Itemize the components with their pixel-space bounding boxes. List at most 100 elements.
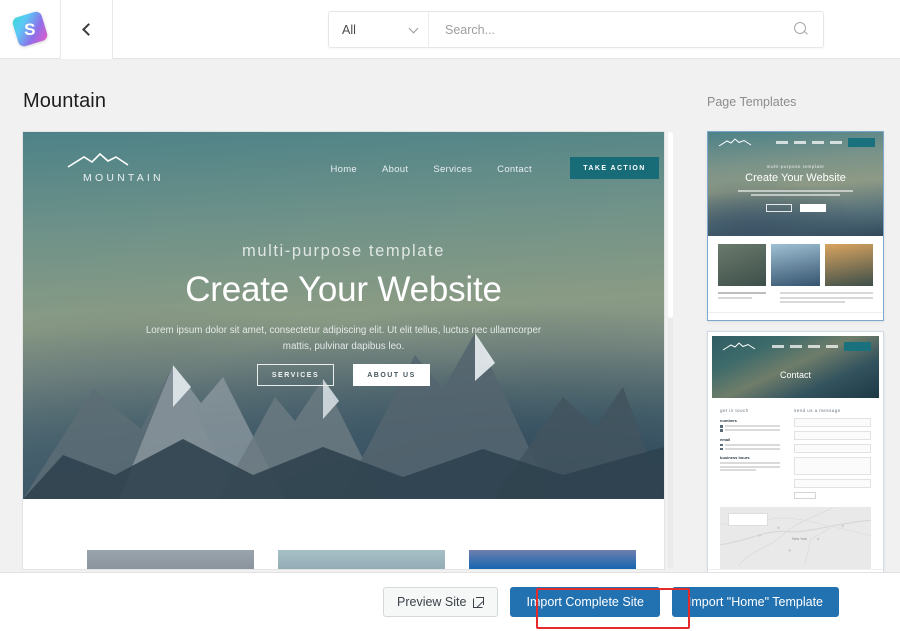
preview-hero-subtext: Lorem ipsum dolor sit amet, consectetur … [145,325,542,352]
mini-section-numbers: numbers [720,418,737,423]
mini-contact-left: get in touch numbers email business hour… [720,408,780,499]
starter-templates-app: S All Mountain Page Templates [0,0,900,631]
mini-hero-heading: Create Your Website [745,172,846,184]
mini-image-grid [708,236,883,292]
mini-contact-hero: Contact [712,336,879,398]
preview-services-button[interactable]: SERVICES [257,364,334,386]
mini-nav-link [790,345,802,348]
action-bar: Preview Site Import Complete Site Import… [0,572,900,631]
preview-brand-name: MOUNTAIN [83,172,164,184]
template-card-label: Home [708,311,883,320]
mini-nav-link [776,141,788,144]
mini-text-body [780,292,873,306]
mini-contact-item [720,429,780,432]
mini-form-input [794,444,871,453]
search-field [429,12,823,47]
mini-contact-item [720,447,780,450]
preview-nav-contact[interactable]: Contact [497,164,532,175]
mini-form-submit [794,492,816,499]
content-area: Mountain Page Templates MOUNTAIN Home Ab… [0,59,900,616]
preview-feature-card [469,550,636,569]
back-button[interactable] [60,0,113,59]
preview-navbar: MOUNTAIN Home About Services Contact TAK… [23,144,664,190]
mini-contact-columns: get in touch numbers email business hour… [720,408,871,499]
mini-nav-link [830,141,842,144]
mountain-logo-icon [67,152,129,168]
mini-hero: multi-purpose template Create Your Websi… [708,132,883,236]
mini-contact-item [720,443,780,446]
preview-hero-copy: multi-purpose template Create Your Websi… [23,242,664,355]
mini-section-email: email [720,436,731,442]
preview-nav-links: Home About Services Contact [330,164,532,175]
mini-form-input [794,431,871,440]
mini-form-textarea [794,457,871,475]
mini-grid-image [824,244,873,286]
mini-contact-right: send us a message [794,408,871,499]
preview-site-button[interactable]: Preview Site [383,587,499,617]
search-icon[interactable] [794,22,809,37]
mini-hero-subtext [738,188,853,198]
template-thumbnail-home: multi-purpose template Create Your Websi… [708,132,883,312]
mini-contact-heading: Contact [779,370,812,380]
preview-nav-home[interactable]: Home [330,164,357,175]
preview-brand: MOUNTAIN [66,152,186,184]
mini-form-input [794,418,871,427]
mini-nav-links [772,342,871,351]
mini-navbar [722,342,871,351]
mini-hero-eyebrow: multi-purpose template [766,164,825,169]
mini-send-message-heading: send us a message [794,408,841,413]
preview-feature-cards [87,550,636,569]
preview-take-action-button[interactable]: TAKE ACTION [570,157,659,179]
preview-hero-eyebrow: multi-purpose template [241,242,446,260]
mini-outline-button [765,204,792,212]
page-templates-heading: Page Templates [707,95,797,109]
site-preview[interactable]: MOUNTAIN Home About Services Contact TAK… [23,132,664,569]
import-home-template-button[interactable]: Import "Home" Template [671,587,839,617]
mini-solid-button [799,204,826,212]
mini-grid-image [771,244,820,286]
chevron-down-icon [408,23,419,33]
mini-cta-button [848,138,875,147]
preview-nav-about[interactable]: About [382,164,408,175]
template-thumbnail-contact: Contact get in touch numbers email busin… [708,332,883,569]
mini-contact-item [720,469,780,471]
mini-form-input [794,479,871,488]
preview-about-us-button[interactable]: ABOUT US [353,364,430,386]
mini-contact-item [720,462,780,464]
logo-letter: S [24,19,36,39]
mini-mountain-logo-icon [718,138,752,147]
mini-text-caption [718,292,770,306]
import-complete-site-button[interactable]: Import Complete Site [510,587,660,617]
preview-feature-card [278,550,445,569]
mini-nav-link [826,345,838,348]
page-title: Mountain [23,90,107,112]
map-info-card [728,513,768,526]
preview-nav-services[interactable]: Services [433,164,472,175]
mini-section-hours: business hours [720,455,750,460]
mini-nav-link [808,345,820,348]
mini-nav-link [812,141,824,144]
mini-contact-item [720,425,780,428]
mini-map: New York [720,507,871,569]
preview-hero-heading: Create Your Website [185,270,502,309]
category-filter-select[interactable]: All [329,12,429,47]
mini-contact-item [720,465,780,468]
mini-cta-button [844,342,871,351]
mini-mountain-logo-icon [722,342,756,351]
search-bar: All [328,11,824,48]
mini-nav-link [772,345,784,348]
template-card-home[interactable]: multi-purpose template Create Your Websi… [707,131,884,321]
mini-grid-image [718,244,767,286]
app-logo: S [0,0,60,59]
search-input[interactable] [445,22,775,37]
preview-hero-buttons: SERVICES ABOUT US [23,364,664,386]
mini-nav-link [794,141,806,144]
mini-navbar [718,138,875,147]
mini-nav-links [776,138,875,147]
preview-scrollbar-thumb[interactable] [668,132,673,318]
top-bar: S All [0,0,900,59]
preview-site-label: Preview Site [397,595,467,609]
preview-below-fold [23,499,664,569]
chevron-left-icon [81,22,95,36]
mini-get-in-touch-heading: get in touch [720,408,749,413]
